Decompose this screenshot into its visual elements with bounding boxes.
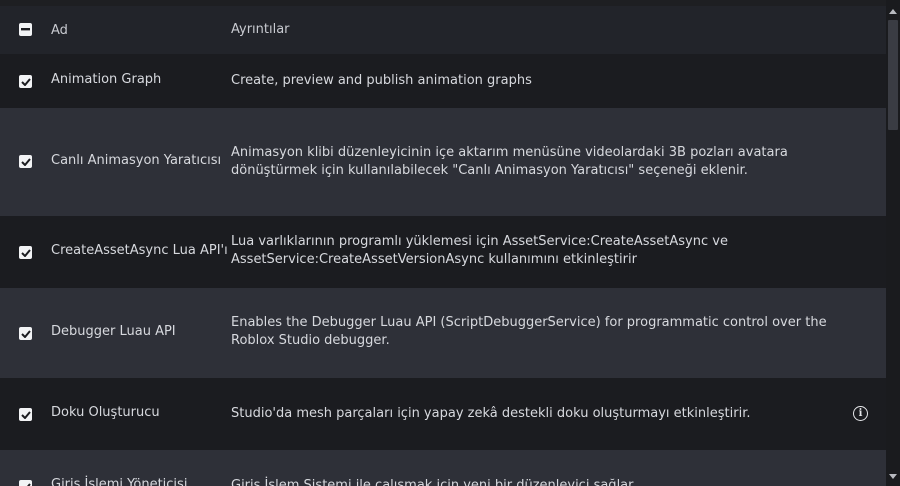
indeterminate-checkbox-icon bbox=[21, 28, 30, 31]
feature-details: Create, preview and publish animation gr… bbox=[231, 73, 532, 88]
feature-name: Giriş İşlemi Yöneticisi bbox=[51, 477, 188, 486]
table-header: Ad Ayrıntılar bbox=[0, 6, 886, 54]
table-row[interactable]: Animation Graph Create, preview and publ… bbox=[0, 54, 886, 108]
row-checkbox[interactable] bbox=[19, 480, 32, 486]
checkmark-icon bbox=[20, 248, 31, 257]
feature-details: Animasyon klibi düzenleyicinin içe aktar… bbox=[231, 145, 788, 178]
feature-name: Doku Oluşturucu bbox=[51, 405, 160, 420]
feature-name: CreateAssetAsync Lua API'ı bbox=[51, 243, 228, 258]
checkmark-icon bbox=[22, 482, 31, 486]
table-row[interactable]: CreateAssetAsync Lua API'ı Lua varlıklar… bbox=[0, 216, 886, 288]
row-checkbox[interactable] bbox=[19, 155, 32, 168]
scroll-up-icon[interactable] bbox=[889, 9, 897, 14]
column-header-name[interactable]: Ad bbox=[51, 23, 68, 38]
feature-details: Lua varlıklarının programlı yüklemesi iç… bbox=[231, 234, 728, 267]
row-checkbox[interactable] bbox=[19, 246, 32, 259]
table-row[interactable]: Canlı Animasyon Yaratıcısı Animasyon kli… bbox=[0, 108, 886, 216]
feature-name: Canlı Animasyon Yaratıcısı bbox=[51, 153, 222, 168]
vertical-scrollbar[interactable] bbox=[886, 0, 900, 486]
checkmark-icon bbox=[20, 329, 31, 338]
info-icon[interactable]: i bbox=[853, 406, 868, 421]
feature-details: Studio'da mesh parçaları için yapay zekâ… bbox=[231, 406, 751, 421]
feature-details: Giriş İşlem Sistemi ile çalışmak için ye… bbox=[231, 478, 634, 486]
row-checkbox[interactable] bbox=[19, 75, 32, 88]
checkmark-icon bbox=[20, 410, 31, 419]
scroll-down-icon[interactable] bbox=[889, 474, 897, 479]
table-row[interactable]: Debugger Luau API Enables the Debugger L… bbox=[0, 288, 886, 378]
feature-details: Enables the Debugger Luau API (ScriptDeb… bbox=[231, 315, 827, 348]
checkmark-icon bbox=[20, 77, 31, 86]
table-row[interactable]: Doku Oluşturucu Studio'da mesh parçaları… bbox=[0, 378, 886, 450]
table-row[interactable]: Giriş İşlemi Yöneticisi Giriş İşlem Sist… bbox=[0, 450, 886, 486]
scrollbar-thumb[interactable] bbox=[888, 20, 898, 130]
checkmark-icon bbox=[20, 157, 31, 166]
row-checkbox[interactable] bbox=[19, 408, 32, 421]
feature-name: Animation Graph bbox=[51, 72, 162, 87]
select-all-checkbox[interactable] bbox=[19, 23, 32, 36]
row-checkbox[interactable] bbox=[19, 327, 32, 340]
beta-features-table: Ad Ayrıntılar Animation Graph Create, pr… bbox=[0, 0, 886, 486]
column-header-details[interactable]: Ayrıntılar bbox=[231, 21, 851, 39]
feature-name: Debugger Luau API bbox=[51, 324, 176, 339]
